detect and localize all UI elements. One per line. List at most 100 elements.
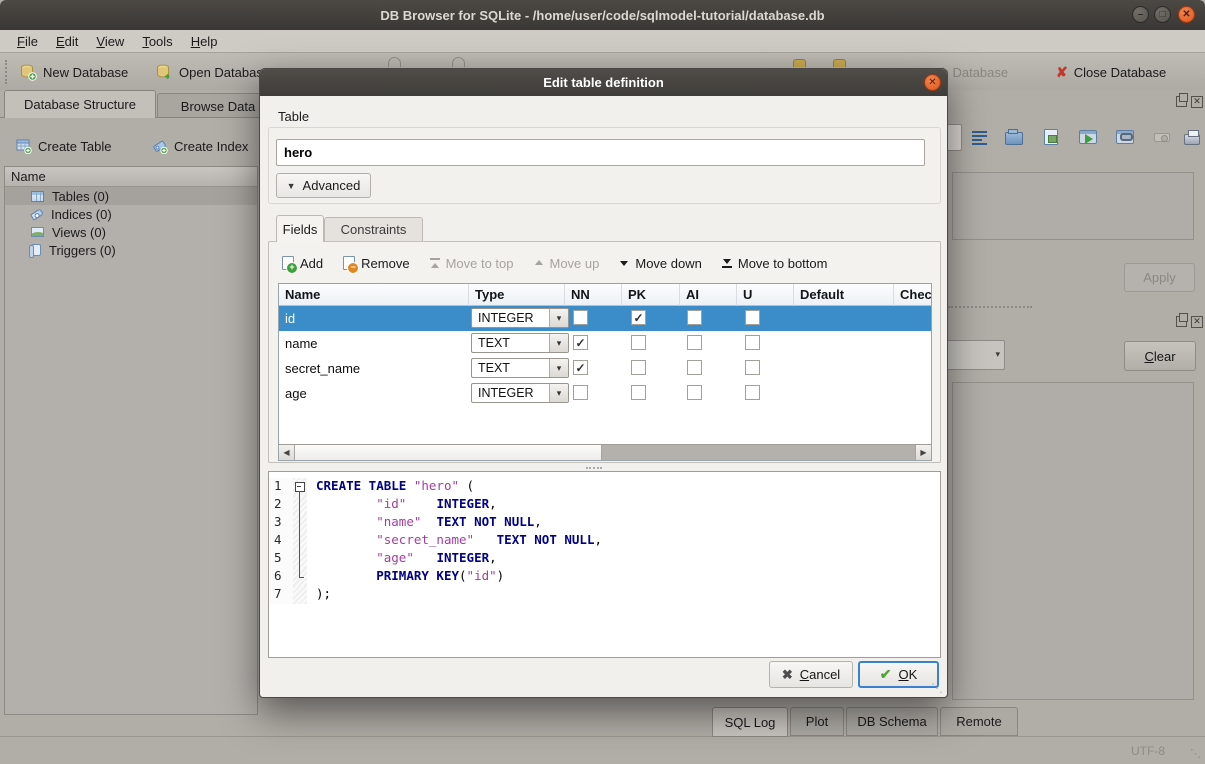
open-database-button[interactable]: Open Database [156, 60, 270, 84]
add-button[interactable]: Add [282, 256, 323, 271]
pk-checkbox[interactable] [631, 385, 646, 400]
nn-checkbox[interactable]: ✓ [573, 335, 588, 350]
splitter-handle[interactable] [586, 467, 602, 469]
chevron-down-icon[interactable]: ▾ [549, 309, 568, 327]
scrollbar-thumb[interactable] [295, 445, 602, 460]
dialog-close-button[interactable]: ✕ [924, 74, 941, 91]
type-combo[interactable]: INTEGER▾ [471, 383, 569, 403]
horizontal-scrollbar[interactable]: ◀ ▶ [279, 444, 931, 460]
link-icon[interactable] [1116, 130, 1134, 144]
ai-checkbox[interactable] [687, 385, 702, 400]
tree-item-indices[interactable]: Indices (0) [5, 205, 257, 223]
tab-database-structure[interactable]: Database Structure [4, 90, 156, 118]
scroll-right-icon[interactable]: ▶ [915, 445, 931, 460]
cell-editor-area[interactable] [952, 172, 1194, 240]
ok-button[interactable]: ✔ OK [858, 661, 939, 688]
export-icon[interactable] [1079, 130, 1097, 144]
column-header-pk[interactable]: PK [622, 284, 680, 306]
menu-view[interactable]: View [87, 32, 133, 51]
word-wrap-icon[interactable] [972, 130, 989, 145]
pk-checkbox[interactable] [631, 360, 646, 375]
dialog-resize-grip[interactable]: ⋱ [931, 681, 943, 695]
tab-sql-log[interactable]: SQL Log [712, 707, 788, 737]
u-checkbox[interactable] [745, 335, 760, 350]
window-close-button[interactable]: ✕ [1178, 6, 1195, 23]
new-database-button[interactable]: New Database [20, 60, 128, 84]
column-header-u[interactable]: U [737, 284, 794, 306]
column-header-type[interactable]: Type [469, 284, 565, 306]
type-combo[interactable]: TEXT▾ [471, 358, 569, 378]
nn-checkbox[interactable]: ✓ [573, 360, 588, 375]
column-header-name[interactable]: Name [279, 284, 469, 306]
save-icon[interactable] [1044, 129, 1058, 145]
tab-constraints[interactable]: Constraints [324, 217, 423, 241]
column-header-ai[interactable]: AI [680, 284, 737, 306]
pk-checkbox[interactable]: ✓ [631, 310, 646, 325]
dialog-titlebar[interactable]: Edit table definition [260, 69, 947, 96]
print-icon[interactable] [1184, 134, 1200, 145]
chevron-down-icon[interactable]: ▾ [549, 334, 568, 352]
menu-help[interactable]: Help [182, 32, 227, 51]
tab-remote[interactable]: Remote [940, 707, 1018, 736]
tree-column-header-name[interactable]: Name [5, 167, 257, 187]
tree-item-views[interactable]: Views (0) [5, 223, 257, 241]
tree-item-triggers[interactable]: Triggers (0) [5, 241, 257, 259]
float-panel-icon[interactable] [1176, 96, 1187, 107]
table-name-input[interactable] [276, 139, 925, 166]
float-panel-icon[interactable] [1176, 316, 1187, 327]
dock-splitter-handle[interactable] [948, 306, 1032, 308]
index-icon [30, 208, 44, 220]
view-icon [31, 227, 44, 237]
window-titlebar[interactable]: DB Browser for SQLite - /home/user/code/… [0, 0, 1205, 30]
menu-edit[interactable]: Edit [47, 32, 87, 51]
column-header-check[interactable]: Check [894, 284, 932, 306]
close-panel-icon[interactable]: ✕ [1191, 316, 1203, 328]
column-header-nn[interactable]: NN [565, 284, 622, 306]
apply-button[interactable]: Apply [1124, 263, 1195, 292]
nn-checkbox[interactable] [573, 310, 588, 325]
chevron-down-icon[interactable]: ▾ [549, 359, 568, 377]
fold-marker-icon[interactable] [293, 478, 307, 496]
clear-button[interactable]: Clear [1124, 341, 1196, 371]
column-header-default[interactable]: Default [794, 284, 894, 306]
ai-checkbox[interactable] [687, 335, 702, 350]
maximize-button[interactable]: □ [1154, 6, 1171, 23]
move-to-bottom-button[interactable]: Move to bottom [722, 256, 828, 271]
close-database-button[interactable]: ✘ Close Database [1056, 60, 1166, 84]
sql-preview[interactable]: 1CREATE TABLE "hero" (2 "id" INTEGER,3 "… [268, 471, 941, 658]
close-panel-icon[interactable]: ✕ [1191, 96, 1203, 108]
menu-file[interactable]: File [8, 32, 47, 51]
pk-checkbox[interactable] [631, 335, 646, 350]
minimize-button[interactable]: – [1132, 6, 1149, 23]
field-row-id[interactable]: idINTEGER▾✓ [279, 306, 931, 331]
type-combo[interactable]: INTEGER▾ [471, 308, 569, 328]
u-checkbox[interactable] [745, 310, 760, 325]
create-index-button[interactable]: Create Index [152, 134, 248, 158]
chevron-down-icon[interactable]: ▾ [549, 384, 568, 402]
type-combo[interactable]: TEXT▾ [471, 333, 569, 353]
cancel-button[interactable]: ✖ Cancel [769, 661, 853, 688]
tree-item-tables[interactable]: Tables (0) [5, 187, 257, 205]
menu-tools[interactable]: Tools [133, 32, 181, 51]
window-resize-grip[interactable]: ⋱ [1190, 747, 1201, 760]
set-null-icon[interactable] [1154, 133, 1170, 142]
field-row-secret_name[interactable]: secret_nameTEXT▾✓ [279, 356, 931, 381]
advanced-button[interactable]: ▼ Advanced [276, 173, 371, 198]
tab-db-schema[interactable]: DB Schema [846, 707, 938, 736]
u-checkbox[interactable] [745, 385, 760, 400]
move-down-button[interactable]: Move down [619, 256, 701, 271]
field-row-name[interactable]: nameTEXT▾✓ [279, 331, 931, 356]
nn-checkbox[interactable] [573, 385, 588, 400]
create-table-button[interactable]: Create Table [16, 134, 111, 158]
tab-plot[interactable]: Plot [790, 707, 844, 736]
field-row-age[interactable]: ageINTEGER▾ [279, 381, 931, 406]
ai-checkbox[interactable] [687, 360, 702, 375]
scroll-left-icon[interactable]: ◀ [279, 445, 295, 460]
import-icon[interactable] [1005, 132, 1023, 145]
remove-button[interactable]: Remove [343, 256, 409, 271]
toolbar-grip[interactable] [5, 60, 8, 84]
ai-checkbox[interactable] [687, 310, 702, 325]
sql-log-area[interactable] [952, 382, 1194, 700]
tab-fields[interactable]: Fields [276, 215, 324, 242]
u-checkbox[interactable] [745, 360, 760, 375]
